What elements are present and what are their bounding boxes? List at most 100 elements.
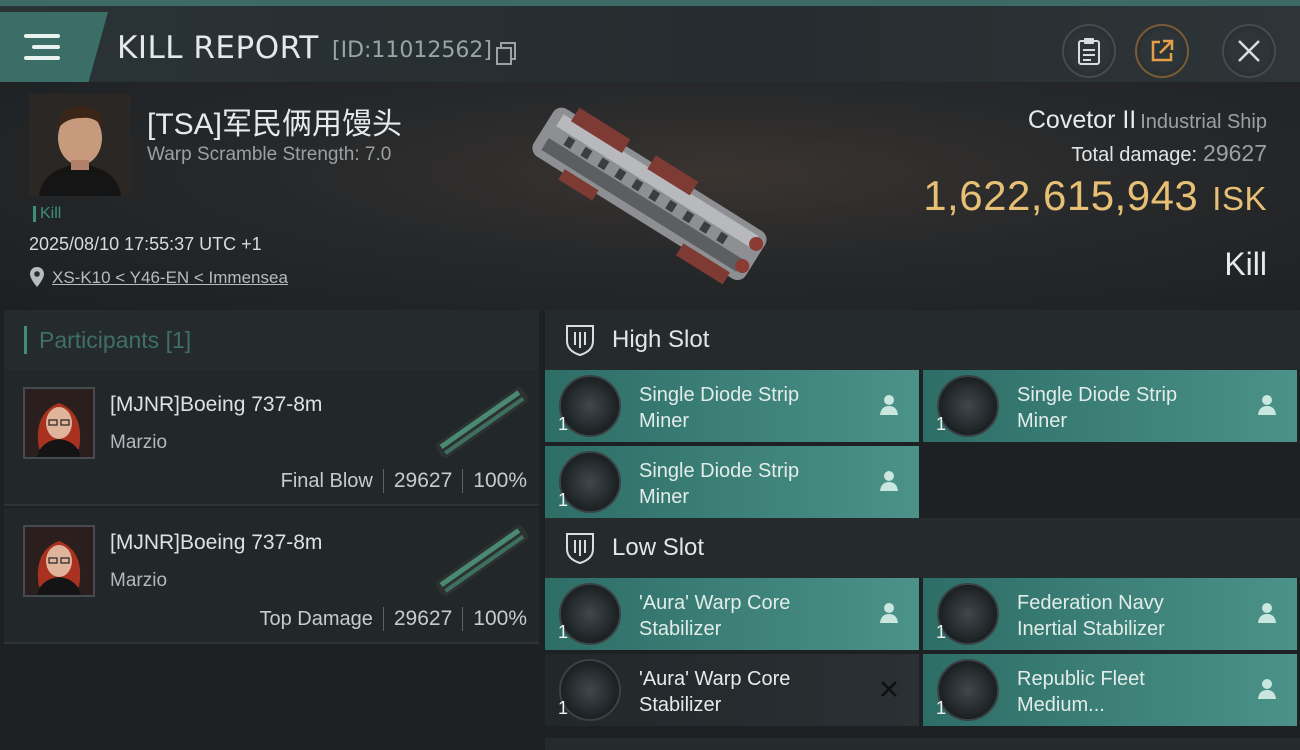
low-slot-header: Low Slot [545, 518, 1300, 578]
x-icon [881, 681, 897, 697]
participant-corp: Marzio [110, 432, 168, 453]
ship-render [505, 88, 795, 298]
participant-avatar[interactable] [23, 387, 95, 459]
participant-corp: Marzio [110, 570, 168, 591]
kill-summary-banner: [TSA]军民俩用馒头 Warp Scramble Strength: 7.0 … [0, 82, 1300, 310]
close-icon [1238, 40, 1260, 62]
clipboard-icon [1078, 38, 1100, 65]
fitting-panel: High Slot 1 Single Diode Strip Miner 1 Si… [541, 310, 1300, 750]
low-slot-title: Low Slot [612, 534, 705, 561]
close-button[interactable] [1222, 24, 1276, 78]
module-quantity: 1 [558, 490, 569, 510]
module-item[interactable]: 1 'Aura' Warp Core Stabilizer [545, 654, 919, 726]
isk-value: 1,622,615,943 ISK [923, 172, 1267, 220]
participant-role: Final Blow [280, 470, 373, 492]
module-name: Single Diode Strip Miner [639, 460, 800, 508]
kill-datetime: 2025/08/10 17:55:37 UTC +1 [29, 234, 262, 254]
miner-module-icon [559, 451, 621, 513]
participant-ship-image [435, 525, 529, 597]
shield-slot-icon [566, 325, 594, 357]
module-name: Federation Navy Inertial Stabilizer [1017, 592, 1165, 640]
warp-scramble-strength: Warp Scramble Strength: 7.0 [147, 144, 392, 165]
share-button[interactable] [1135, 24, 1189, 78]
victim-name: [TSA]军民俩用馒头 [147, 108, 403, 141]
ship-type: Covetor II [1027, 106, 1137, 134]
participant-avatar-image [25, 389, 93, 457]
module-quantity: 1 [558, 622, 569, 642]
module-name: Single Diode Strip Miner [639, 384, 800, 432]
participant-damage: 29627 [393, 469, 453, 492]
pilot-icon [1258, 395, 1276, 415]
module-item[interactable]: 1 Republic Fleet Medium... [923, 654, 1297, 726]
covetor-ship-image [532, 107, 767, 285]
participants-panel: Participants [1] [MJNR]Boeing 737-8m Mar… [0, 310, 541, 750]
inertial-stabilizer-icon [937, 583, 999, 645]
pilot-icon [1258, 603, 1276, 623]
module-name: 'Aura' Warp Core Stabilizer [639, 592, 791, 640]
kill-tag: Kill [33, 206, 61, 222]
high-slot-header: High Slot [545, 310, 1300, 370]
miner-module-icon [937, 375, 999, 437]
module-item[interactable]: 1 Single Diode Strip Miner [545, 370, 919, 442]
participant-name: [MJNR]Boeing 737-8m [110, 393, 323, 416]
module-quantity: 1 [558, 698, 569, 718]
header-bar: KILL REPORT [ID:11012562] [0, 6, 1300, 82]
module-quantity: 1 [558, 414, 569, 434]
module-quantity: 1 [936, 622, 947, 642]
divider [382, 469, 384, 494]
location-link[interactable]: XS-K10 < Y46-EN < Immensea [52, 268, 288, 288]
clipboard-button[interactable] [1062, 24, 1116, 78]
pilot-icon [880, 395, 898, 415]
participant-percent: 100% [473, 469, 527, 492]
divider [462, 607, 464, 632]
victim-portrait[interactable] [29, 94, 131, 196]
participant-avatar-image [25, 527, 93, 595]
total-damage-label: Total damage: [1071, 144, 1198, 166]
module-item[interactable]: 1 Federation Navy Inertial Stabilizer [923, 578, 1297, 650]
participant-ship-image [435, 387, 529, 459]
participant-stats: Final Blow 29627 100% [280, 469, 527, 494]
participant-role: Top Damage [259, 608, 373, 630]
miner-module-icon [559, 375, 621, 437]
isk-amount: 1,622,615,943 [923, 172, 1199, 219]
location-pin-icon [30, 267, 44, 287]
module-item[interactable]: 1 Single Diode Strip Miner [923, 370, 1297, 442]
participant-row[interactable]: [MJNR]Boeing 737-8m Marzio Top Damage 296… [4, 508, 539, 644]
isk-unit: ISK [1212, 180, 1267, 217]
divider [382, 607, 384, 632]
participant-name: [MJNR]Boeing 737-8m [110, 531, 323, 554]
share-icon [1151, 39, 1174, 62]
module-item[interactable]: 1 Single Diode Strip Miner [545, 446, 919, 518]
participant-row[interactable]: [MJNR]Boeing 737-8m Marzio Final Blow 296… [4, 370, 539, 506]
high-slot-title: High Slot [612, 326, 710, 353]
copy-icon[interactable] [496, 42, 516, 65]
pilot-icon [1258, 679, 1276, 699]
participants-header: Participants [1] [4, 310, 539, 370]
victim-avatar-image [29, 94, 131, 196]
divider [462, 469, 464, 494]
participant-stats: Top Damage 29627 100% [259, 607, 527, 632]
participant-damage: 29627 [393, 607, 453, 630]
participants-header-accent [24, 326, 27, 354]
total-damage: Total damage: 29627 [1071, 140, 1267, 167]
next-slot-header-partial [545, 738, 1300, 750]
module-quantity: 1 [936, 698, 947, 718]
kill-result: Kill [1224, 246, 1267, 282]
total-damage-value: 29627 [1203, 140, 1267, 166]
menu-icon [24, 34, 60, 62]
module-item[interactable]: 1 'Aura' Warp Core Stabilizer [545, 578, 919, 650]
ship-class: Industrial Ship [1140, 111, 1267, 133]
page-title: KILL REPORT [117, 30, 319, 66]
shield-slot-icon [566, 533, 594, 565]
participants-title: Participants [1] [39, 327, 191, 354]
participants-count: [1] [165, 327, 192, 353]
report-id: [ID:11012562] [332, 38, 492, 63]
menu-button[interactable] [0, 12, 108, 82]
participant-percent: 100% [473, 607, 527, 630]
module-name: 'Aura' Warp Core Stabilizer [639, 668, 791, 716]
warp-core-stabilizer-icon [559, 659, 621, 721]
participant-avatar[interactable] [23, 525, 95, 597]
participants-title-text: Participants [39, 327, 160, 353]
pilot-icon [880, 471, 898, 491]
ship-name: Covetor II Industrial Ship [1028, 106, 1267, 135]
